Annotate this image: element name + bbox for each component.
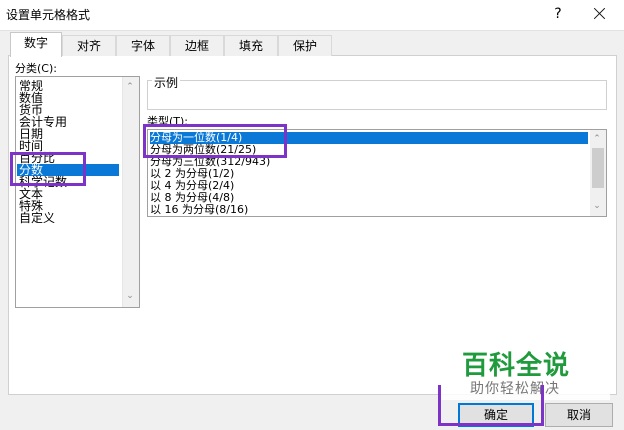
title-bar: 设置单元格格式 ?	[0, 0, 624, 31]
category-listbox[interactable]: 常规 数值 货币 会计专用 日期 时间 百分比 分数 科学记数 文本 特殊 自定…	[15, 76, 140, 308]
tab-fill[interactable]: 填充	[224, 35, 278, 56]
scroll-thumb[interactable]	[592, 148, 604, 188]
chevron-up-icon[interactable]: ⌃	[593, 135, 601, 144]
tab-border[interactable]: 边框	[170, 35, 224, 56]
sample-group	[147, 80, 607, 110]
help-button[interactable]: ?	[548, 4, 568, 24]
category-scrollbar[interactable]: ⌃ ⌄	[122, 77, 139, 307]
highlight-box-type	[143, 124, 287, 158]
type-item[interactable]: 以 16 为分母(8/16)	[150, 204, 588, 216]
category-label: 分类(C):	[15, 62, 57, 75]
close-icon[interactable]	[590, 4, 610, 24]
chevron-up-icon[interactable]: ⌃	[126, 83, 134, 92]
tab-font[interactable]: 字体	[116, 35, 170, 56]
dialog-title: 设置单元格格式	[6, 8, 91, 22]
cancel-button[interactable]: 取消	[545, 403, 613, 427]
highlight-box-ok	[438, 385, 544, 426]
tab-protection[interactable]: 保护	[278, 35, 332, 56]
type-scrollbar[interactable]: ⌃ ⌄	[590, 130, 606, 216]
tab-number[interactable]: 数字	[10, 32, 62, 57]
highlight-box-category	[10, 152, 86, 186]
sample-label: 示例	[152, 74, 181, 91]
tab-alignment[interactable]: 对齐	[62, 35, 116, 56]
category-item[interactable]: 自定义	[19, 212, 119, 224]
watermark-logo: 百科全说	[462, 351, 571, 381]
chevron-down-icon[interactable]: ⌄	[593, 202, 601, 211]
chevron-down-icon[interactable]: ⌄	[126, 292, 134, 301]
